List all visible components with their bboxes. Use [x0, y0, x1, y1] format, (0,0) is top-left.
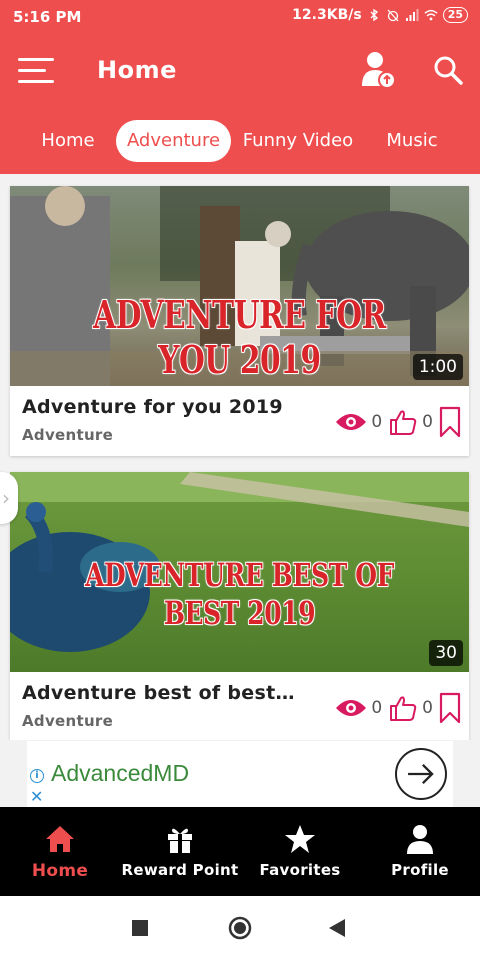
bookmark-icon[interactable] — [439, 406, 461, 438]
network-speed: 12.3KB/s — [292, 7, 362, 23]
nav-home[interactable]: Home — [0, 807, 120, 896]
page-title: Home — [97, 56, 177, 84]
home-button-icon[interactable] — [228, 916, 252, 940]
status-bar: 5:16 PM 12.3KB/s 25 — [0, 0, 480, 34]
app-screen: 5:16 PM 12.3KB/s 25 Home Home Adventure … — [0, 0, 480, 960]
nav-profile[interactable]: Profile — [360, 807, 480, 896]
system-nav-bar — [0, 896, 480, 960]
status-indicators: 12.3KB/s 25 — [292, 7, 468, 23]
tab-adventure[interactable]: Adventure — [116, 120, 231, 162]
video-duration: 30 — [429, 640, 463, 666]
video-title[interactable]: Adventure for you 2019 — [22, 396, 297, 418]
video-category: Adventure — [22, 426, 114, 444]
ad-title[interactable]: AdvancedMD — [51, 760, 189, 787]
alarm-off-icon — [387, 9, 399, 22]
back-icon[interactable] — [328, 918, 346, 938]
tab-funny-video[interactable]: Funny Video — [240, 120, 356, 162]
thumbs-up-icon[interactable] — [388, 407, 418, 437]
eye-icon[interactable] — [335, 698, 367, 718]
category-tabs: Home Adventure Funny Video Music — [0, 120, 480, 164]
view-count: 0 — [371, 412, 383, 432]
header: 5:16 PM 12.3KB/s 25 Home Home Adventure … — [0, 0, 480, 174]
app-bar: Home — [0, 40, 480, 100]
video-thumbnail[interactable]: ADVENTURE BEST OF BEST 2019 30 — [10, 472, 469, 672]
person-icon — [407, 825, 433, 854]
wifi-icon — [424, 9, 438, 21]
thumbs-up-icon[interactable] — [388, 693, 418, 723]
ad-info-icon[interactable]: i — [30, 769, 44, 783]
video-card[interactable]: ADVENTURE FOR YOU 2019 1:00 Adventure fo… — [10, 186, 469, 456]
tab-home[interactable]: Home — [30, 120, 106, 162]
thumbnail-caption: ADVENTURE BEST OF BEST 2019 — [85, 556, 394, 632]
bluetooth-icon — [370, 8, 378, 22]
video-stats: 0 0 — [335, 692, 461, 724]
ad-banner[interactable]: i ✕ AdvancedMD — [27, 741, 453, 807]
battery-indicator: 25 — [442, 7, 468, 23]
menu-icon[interactable] — [18, 58, 54, 84]
gift-icon — [168, 828, 192, 853]
nav-label: Favorites — [259, 861, 341, 879]
thumbnail-caption: ADVENTURE FOR YOU 2019 — [93, 292, 386, 382]
video-stats: 0 0 — [335, 406, 461, 438]
video-duration: 1:00 — [412, 354, 463, 380]
video-title[interactable]: Adventure best of best 2019 — [22, 682, 297, 704]
nav-reward-point[interactable]: Reward Point — [120, 807, 240, 896]
bottom-nav: Home Reward Point Favorites Profile — [0, 807, 480, 896]
recents-icon[interactable] — [132, 920, 148, 936]
chevron-right-icon: › — [2, 486, 10, 510]
nav-favorites[interactable]: Favorites — [240, 807, 360, 896]
like-count: 0 — [422, 412, 433, 432]
side-drawer-handle[interactable]: › — [0, 472, 18, 524]
add-user-icon[interactable] — [360, 50, 398, 90]
video-card[interactable]: ADVENTURE BEST OF BEST 2019 30 Adventure… — [10, 472, 469, 740]
ad-close-icon[interactable]: ✕ — [30, 787, 43, 806]
like-count: 0 — [422, 698, 433, 718]
star-icon — [285, 825, 315, 853]
signal-icon — [405, 9, 419, 21]
bookmark-icon[interactable] — [439, 692, 461, 724]
arrow-right-icon[interactable] — [395, 748, 447, 800]
video-category: Adventure — [22, 712, 114, 730]
view-count: 0 — [371, 698, 383, 718]
video-thumbnail[interactable]: ADVENTURE FOR YOU 2019 1:00 — [10, 186, 469, 386]
tab-music[interactable]: Music — [374, 120, 450, 162]
search-icon[interactable] — [432, 54, 464, 86]
nav-label: Profile — [391, 861, 449, 879]
nav-label: Home — [31, 861, 89, 881]
status-time: 5:16 PM — [13, 8, 82, 26]
video-feed: ADVENTURE FOR YOU 2019 1:00 Adventure fo… — [0, 174, 480, 740]
nav-label: Reward Point — [121, 861, 239, 879]
eye-icon[interactable] — [335, 412, 367, 432]
home-icon — [46, 826, 74, 852]
